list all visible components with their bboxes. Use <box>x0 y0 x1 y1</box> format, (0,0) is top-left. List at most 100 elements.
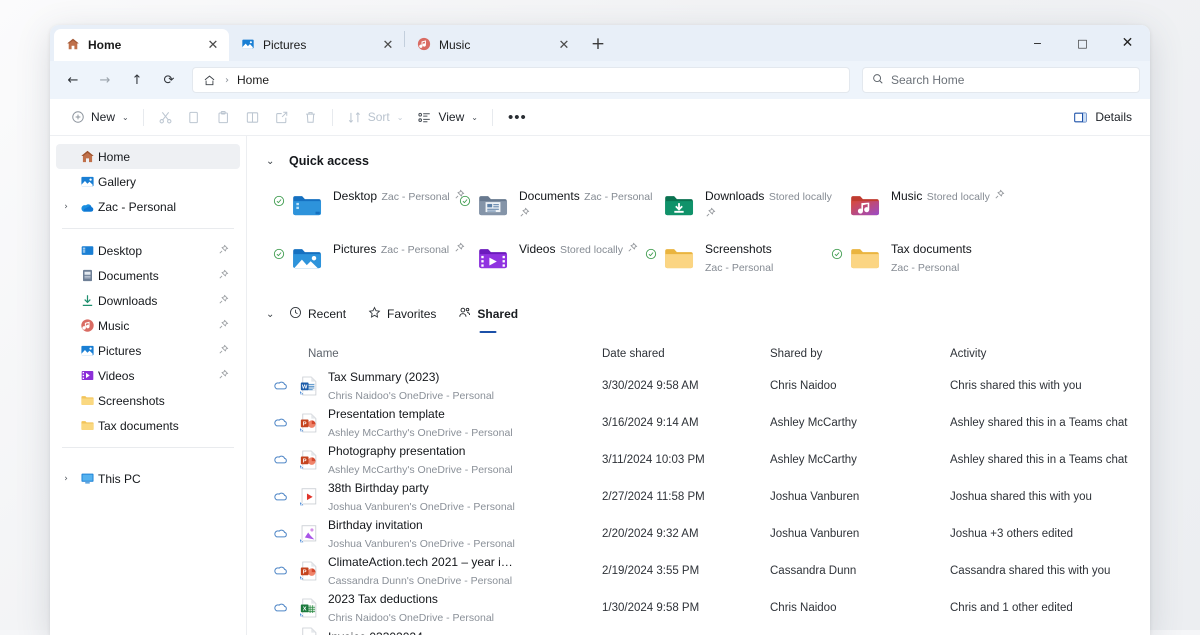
close-icon[interactable]: ✕ <box>554 35 574 55</box>
chevron-right-icon[interactable]: › <box>56 474 76 484</box>
tab-favorites[interactable]: Favorites <box>359 299 445 329</box>
pivot-row: ⌄ Recent Favorites Shared <box>260 297 1150 331</box>
delete-button[interactable] <box>296 104 325 131</box>
column-header-date-shared[interactable]: Date shared <box>602 348 770 360</box>
pin-icon[interactable] <box>627 240 638 257</box>
breadcrumb[interactable]: › Home <box>192 67 850 93</box>
pin-icon[interactable] <box>519 205 530 222</box>
quick-access-header[interactable]: ⌄ Quick access <box>260 145 1150 177</box>
sidebar-item-tax-documents[interactable]: Tax documents <box>56 413 240 438</box>
chevron-down-icon[interactable]: ⌄ <box>266 156 280 167</box>
table-row[interactable]: P Photography presentation Ashley McCart… <box>266 441 1150 478</box>
cut-icon <box>158 110 173 125</box>
tab-recent[interactable]: Recent <box>280 299 355 329</box>
row-date-shared: 3/11/2024 10:03 PM <box>602 453 705 466</box>
details-pane-button[interactable]: Details <box>1065 104 1140 131</box>
breadcrumb-current[interactable]: Home <box>237 73 269 87</box>
tab-home[interactable]: Home ✕ <box>54 29 229 61</box>
row-shared-by: Chris Naidoo <box>770 379 837 392</box>
share-button[interactable] <box>267 104 296 131</box>
sidebar-item-gallery[interactable]: Gallery <box>56 169 240 194</box>
paste-button[interactable] <box>209 104 238 131</box>
more-icon[interactable]: ••• <box>500 109 535 126</box>
column-header-shared-by[interactable]: Shared by <box>770 348 950 360</box>
refresh-button[interactable]: ⟳ <box>154 66 184 94</box>
minimize-button[interactable]: − <box>1015 25 1060 61</box>
sidebar-item-videos[interactable]: Videos <box>56 363 240 388</box>
chevron-down-icon[interactable]: ⌄ <box>266 309 280 320</box>
cut-button[interactable] <box>151 104 180 131</box>
chevron-right-icon[interactable]: › <box>56 202 76 212</box>
maximize-button[interactable]: □ <box>1060 25 1105 61</box>
music-icon <box>417 37 431 54</box>
copy-button[interactable] <box>180 104 209 131</box>
new-button[interactable]: New ⌄ <box>64 104 136 131</box>
new-label: New <box>91 110 116 124</box>
sidebar-item-this-pc[interactable]: › This PC <box>56 466 240 491</box>
tab-music[interactable]: Music ✕ <box>405 29 580 61</box>
chevron-down-icon[interactable]: ⌄ <box>397 113 404 122</box>
pin-icon[interactable] <box>994 187 1005 204</box>
sidebar-item-screenshots[interactable]: Screenshots <box>56 388 240 413</box>
quick-access-tile-music[interactable]: Music Stored locally <box>848 183 1034 230</box>
sort-button[interactable]: Sort ⌄ <box>340 104 411 131</box>
pictures-icon <box>241 37 255 54</box>
sidebar-item-desktop[interactable]: Desktop <box>56 238 240 263</box>
sidebar-item-label: Pictures <box>98 343 142 358</box>
up-button[interactable]: ↑ <box>122 66 152 94</box>
pin-icon[interactable] <box>218 369 232 383</box>
chevron-down-icon[interactable]: ⌄ <box>122 113 129 122</box>
sidebar-item-zac-personal[interactable]: › Zac - Personal <box>56 194 240 219</box>
pin-icon[interactable] <box>218 269 232 283</box>
video-file-icon <box>294 486 324 508</box>
table-row[interactable]: Invoice 03302024 <box>266 626 1150 635</box>
sidebar-item-documents[interactable]: Documents <box>56 263 240 288</box>
forward-button[interactable]: → <box>90 66 120 94</box>
pictures-icon <box>76 343 98 358</box>
file-location: Joshua Vanburen's OneDrive - Personal <box>328 500 515 513</box>
search-input[interactable] <box>891 73 1130 87</box>
close-icon[interactable]: ✕ <box>378 35 398 55</box>
close-window-button[interactable]: ✕ <box>1105 25 1150 61</box>
search-box[interactable] <box>862 67 1140 93</box>
pin-icon[interactable] <box>454 240 465 257</box>
sidebar-item-label: Downloads <box>98 293 158 308</box>
column-header-name[interactable]: Name <box>266 348 602 360</box>
table-row[interactable]: P Presentation template Ashley McCarthy'… <box>266 404 1150 441</box>
pin-icon[interactable] <box>705 205 716 222</box>
tile-text: Screenshots Zac - Personal <box>705 239 844 276</box>
quick-access-tile-downloads[interactable]: Downloads Stored locally <box>662 183 848 230</box>
quick-access-tile-screenshots[interactable]: Screenshots Zac - Personal <box>645 236 848 283</box>
home-outline-icon[interactable] <box>201 72 217 88</box>
table-row[interactable]: P ClimateAction.tech 2021 – year i… Cass… <box>266 552 1150 589</box>
back-button[interactable]: ← <box>58 66 88 94</box>
tile-text: Desktop Zac - Personal <box>333 186 465 205</box>
quick-access-tile-documents[interactable]: Documents Zac - Personal <box>459 183 662 230</box>
tab-pictures[interactable]: Pictures ✕ <box>229 29 404 61</box>
quick-access-tile-pictures[interactable]: Pictures Zac - Personal <box>273 236 476 283</box>
pin-icon[interactable] <box>218 319 232 333</box>
column-header-activity[interactable]: Activity <box>950 348 1150 360</box>
quick-access-tile-tax-documents[interactable]: Tax documents Zac - Personal <box>831 236 1034 283</box>
table-row[interactable]: 38th Birthday party Joshua Vanburen's On… <box>266 478 1150 515</box>
sidebar-item-home[interactable]: Home <box>56 144 240 169</box>
pin-icon[interactable] <box>218 344 232 358</box>
quick-access-tile-videos[interactable]: Videos Stored locally <box>476 236 662 283</box>
close-icon[interactable]: ✕ <box>203 35 223 55</box>
chevron-down-icon[interactable]: ⌄ <box>471 113 478 122</box>
quick-access-tile-desktop[interactable]: Desktop Zac - Personal <box>273 183 476 230</box>
new-tab-button[interactable]: + <box>584 30 612 58</box>
tile-name: Music <box>891 189 923 203</box>
sidebar-item-pictures[interactable]: Pictures <box>56 338 240 363</box>
pin-icon[interactable] <box>218 244 232 258</box>
pin-icon[interactable] <box>218 294 232 308</box>
table-row[interactable]: W Tax Summary (2023) Chris Naidoo's OneD… <box>266 367 1150 404</box>
table-row[interactable]: Birthday invitation Joshua Vanburen's On… <box>266 515 1150 552</box>
view-button[interactable]: View ⌄ <box>410 104 485 131</box>
rename-button[interactable] <box>238 104 267 131</box>
tab-shared[interactable]: Shared <box>449 299 527 329</box>
table-row[interactable]: X 2023 Tax deductions Chris Naidoo's One… <box>266 589 1150 626</box>
sidebar-item-music[interactable]: Music <box>56 313 240 338</box>
row-shared-by: Ashley McCarthy <box>770 416 857 429</box>
sidebar-item-downloads[interactable]: Downloads <box>56 288 240 313</box>
